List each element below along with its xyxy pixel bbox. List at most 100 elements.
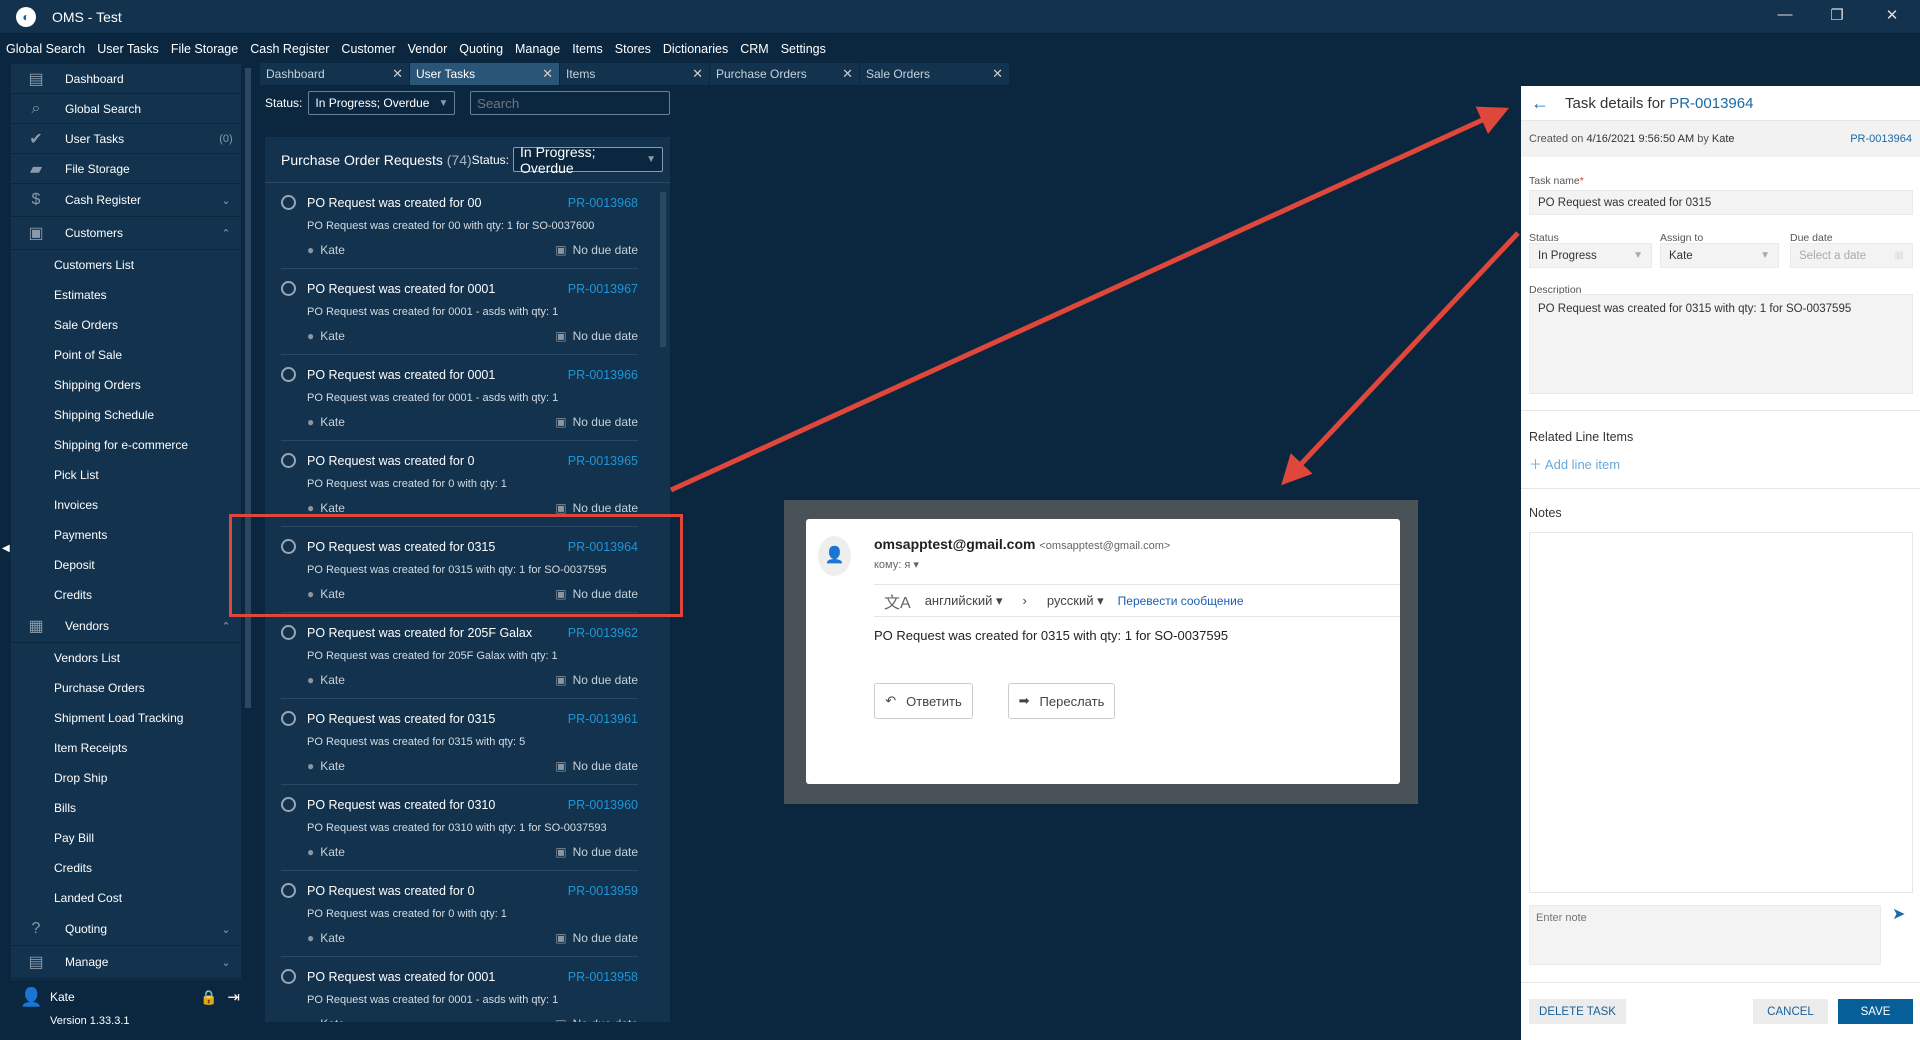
sidebar-item-user-tasks[interactable]: ✔ User Tasks (0) [11, 124, 241, 154]
list-status-select[interactable]: In Progress; Overdue ▼ [513, 144, 664, 176]
sidebar-subitem-pay-bill[interactable]: Pay Bill [11, 823, 241, 853]
list-scrollbar[interactable] [660, 192, 666, 347]
menu-global-search[interactable]: Global Search [0, 38, 91, 62]
complete-task-radio[interactable] [281, 195, 296, 210]
tab-dashboard[interactable]: Dashboard ✕ [260, 63, 410, 85]
status-select[interactable]: In Progress ▼ [1529, 243, 1652, 268]
translate-message-link[interactable]: Перевести сообщение [1118, 594, 1244, 608]
logout-icon[interactable]: ⇥ [227, 988, 240, 1006]
target-language-select[interactable]: русский ▾ [1047, 593, 1104, 609]
description-textarea[interactable]: PO Request was created for 0315 with qty… [1529, 294, 1913, 394]
sidebar-item-vendors[interactable]: ▦ Vendors ⌃ [11, 610, 241, 643]
cancel-button[interactable]: CANCEL [1753, 999, 1828, 1024]
sidebar-subitem-point-of-sale[interactable]: Point of Sale [11, 340, 241, 370]
sidebar-subitem-item-receipts[interactable]: Item Receipts [11, 733, 241, 763]
menu-dictionaries[interactable]: Dictionaries [657, 38, 734, 62]
sidebar-subitem-deposit[interactable]: Deposit [11, 550, 241, 580]
sidebar-subitem-drop-ship[interactable]: Drop Ship [11, 763, 241, 793]
complete-task-radio[interactable] [281, 453, 296, 468]
close-tab-icon[interactable]: ✕ [842, 66, 853, 82]
sidebar-subitem-estimates[interactable]: Estimates [11, 280, 241, 310]
reference-link[interactable]: PR-0013964 [1850, 133, 1912, 145]
complete-task-radio[interactable] [281, 625, 296, 640]
source-language-select[interactable]: английский ▾ [925, 593, 1003, 609]
task-id-link[interactable]: PR-0013959 [568, 884, 638, 898]
close-tab-icon[interactable]: ✕ [542, 66, 553, 82]
sidebar-subitem-landed-cost[interactable]: Landed Cost [11, 883, 241, 913]
sidebar-subitem-purchase-orders[interactable]: Purchase Orders [11, 673, 241, 703]
sidebar-item-cash-register[interactable]: $ Cash Register ⌄ [11, 184, 241, 217]
complete-task-radio[interactable] [281, 367, 296, 382]
sidebar-subitem-sale-orders[interactable]: Sale Orders [11, 310, 241, 340]
menu-cash-register[interactable]: Cash Register [244, 38, 335, 62]
task-id-link[interactable]: PR-0013961 [568, 712, 638, 726]
menu-file-storage[interactable]: File Storage [165, 38, 244, 62]
sidebar-item-file-storage[interactable]: ▰ File Storage [11, 154, 241, 184]
menu-vendor[interactable]: Vendor [402, 38, 454, 62]
task-id-link[interactable]: PR-0013962 [568, 626, 638, 640]
lock-icon[interactable]: 🔒 [200, 989, 217, 1006]
task-id-link[interactable]: PR-0013967 [568, 282, 638, 296]
tab-user-tasks[interactable]: User Tasks ✕ [410, 63, 560, 85]
task-list-item[interactable]: PO Request was created for 00 PR-0013968 P… [281, 183, 638, 269]
assign-select[interactable]: Kate ▼ [1660, 243, 1779, 268]
task-id-link[interactable]: PR-0013965 [568, 454, 638, 468]
menu-user-tasks[interactable]: User Tasks [91, 38, 165, 62]
tab-items[interactable]: Items ✕ [560, 63, 710, 85]
tab-sale-orders[interactable]: Sale Orders ✕ [860, 63, 1010, 85]
complete-task-radio[interactable] [281, 281, 296, 296]
complete-task-radio[interactable] [281, 711, 296, 726]
close-tab-icon[interactable]: ✕ [992, 66, 1003, 82]
task-list-item[interactable]: PO Request was created for 0 PR-0013959 PO… [281, 871, 638, 957]
sidebar-subitem-shipping-schedule[interactable]: Shipping Schedule [11, 400, 241, 430]
task-list-item[interactable]: PO Request was created for 0315 PR-001396… [281, 699, 638, 785]
close-button[interactable]: ✕ [1877, 6, 1907, 28]
sidebar-subitem-payments[interactable]: Payments [11, 520, 241, 550]
sidebar-subitem-bills[interactable]: Bills [11, 793, 241, 823]
menu-settings[interactable]: Settings [775, 38, 832, 62]
sidebar-subitem-credits[interactable]: Credits [11, 853, 241, 883]
sidebar-subitem-pick-list[interactable]: Pick List [11, 460, 241, 490]
task-list-item[interactable]: PO Request was created for 0001 PR-001396… [281, 355, 638, 441]
close-tab-icon[interactable]: ✕ [692, 66, 703, 82]
close-tab-icon[interactable]: ✕ [392, 66, 403, 82]
add-line-item-button[interactable]: ＋ Add line item [1529, 454, 1620, 473]
sidebar-subitem-vendors-list[interactable]: Vendors List [11, 643, 241, 673]
sidebar-subitem-shipment-load-tracking[interactable]: Shipment Load Tracking [11, 703, 241, 733]
task-list-item[interactable]: PO Request was created for 205F Galax PR-… [281, 613, 638, 699]
menu-stores[interactable]: Stores [609, 38, 657, 62]
complete-task-radio[interactable] [281, 883, 296, 898]
delete-task-button[interactable]: DELETE TASK [1529, 999, 1626, 1024]
menu-items[interactable]: Items [566, 38, 609, 62]
task-list-item[interactable]: PO Request was created for 0310 PR-001396… [281, 785, 638, 871]
details-title-id[interactable]: PR-0013964 [1669, 95, 1753, 112]
menu-crm[interactable]: CRM [734, 38, 774, 62]
tab-purchase-orders[interactable]: Purchase Orders ✕ [710, 63, 860, 85]
complete-task-radio[interactable] [281, 969, 296, 984]
sidebar-subitem-shipping-for-e-commerce[interactable]: Shipping for e-commerce [11, 430, 241, 460]
complete-task-radio[interactable] [281, 797, 296, 812]
reply-button[interactable]: ↶ Ответить [874, 683, 973, 719]
sidebar-subitem-invoices[interactable]: Invoices [11, 490, 241, 520]
save-button[interactable]: SAVE [1838, 999, 1913, 1024]
task-name-input[interactable]: PO Request was created for 0315 [1529, 190, 1913, 215]
menu-manage[interactable]: Manage [509, 38, 566, 62]
status-filter-select[interactable]: In Progress; Overdue ▼ [308, 91, 456, 115]
forward-button[interactable]: ➡ Переслать [1008, 683, 1115, 719]
sidebar-item-dashboard[interactable]: ▤ Dashboard [11, 64, 241, 94]
email-recipient[interactable]: кому: я ▾ [874, 558, 919, 571]
sidebar-subitem-shipping-orders[interactable]: Shipping Orders [11, 370, 241, 400]
menu-quoting[interactable]: Quoting [453, 38, 509, 62]
collapse-sidebar-icon[interactable]: ◀ [2, 543, 10, 554]
restore-button[interactable]: ❐ [1822, 6, 1852, 28]
search-input[interactable] [470, 91, 670, 115]
menu-customer[interactable]: Customer [335, 38, 401, 62]
task-id-link[interactable]: PR-0013958 [568, 970, 638, 984]
task-id-link[interactable]: PR-0013966 [568, 368, 638, 382]
task-list-item[interactable]: PO Request was created for 0001 PR-001396… [281, 269, 638, 355]
sidebar-subitem-customers-list[interactable]: Customers List [11, 250, 241, 280]
sidebar-subitem-credits[interactable]: Credits [11, 580, 241, 610]
back-arrow-icon[interactable]: ← [1531, 93, 1549, 114]
sidebar-item-manage[interactable]: ▤ Manage ⌄ [11, 946, 241, 979]
due-date-picker[interactable]: Select a date ▦ [1790, 243, 1913, 268]
